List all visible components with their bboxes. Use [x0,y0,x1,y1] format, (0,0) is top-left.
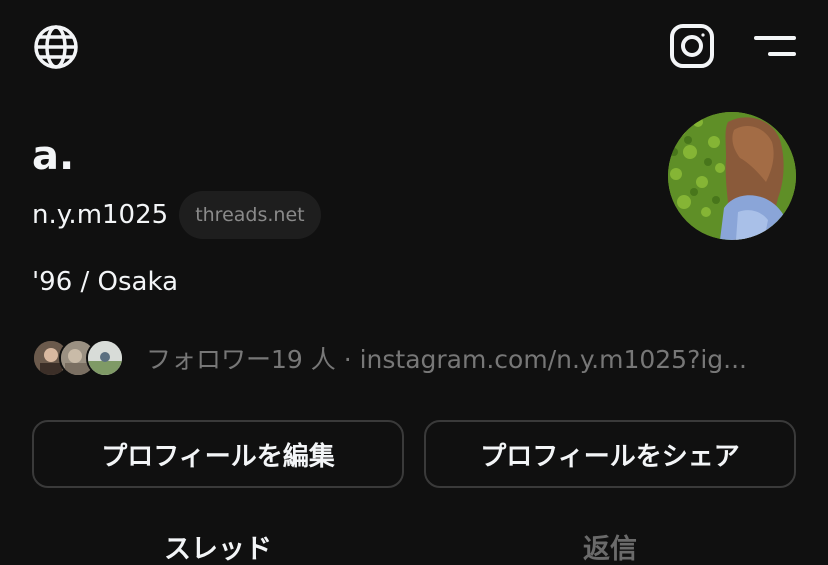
profile-avatar[interactable] [668,112,796,240]
display-name: a. [32,133,75,179]
follower-avatars [32,339,126,377]
threads-domain-badge[interactable]: threads.net [179,191,321,239]
share-profile-button[interactable]: プロフィールをシェア [424,420,796,488]
profile-screen: a. n.y.m1025 threads.net '96 / Osaka フォロ… [0,0,828,565]
globe-icon[interactable] [32,23,80,71]
instagram-icon[interactable] [668,22,716,70]
tab-replies[interactable]: 返信 [424,528,796,565]
followers-row[interactable]: フォロワー19 人 · instagram.com/n.y.m1025?ig..… [32,337,747,379]
tab-threads[interactable]: スレッド [32,528,404,565]
menu-icon[interactable] [752,26,798,66]
username-row: n.y.m1025 threads.net [32,190,321,240]
bio: '96 / Osaka [32,267,178,297]
followers-and-link[interactable]: フォロワー19 人 · instagram.com/n.y.m1025?ig..… [146,340,747,376]
follower-avatar [86,339,124,377]
edit-profile-button[interactable]: プロフィールを編集 [32,420,404,488]
username: n.y.m1025 [32,200,169,230]
